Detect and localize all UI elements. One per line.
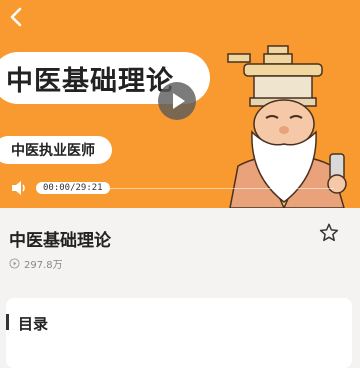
volume-icon[interactable] bbox=[10, 179, 30, 197]
course-info: 中医基础理论 297.8万 bbox=[0, 208, 360, 286]
play-icon[interactable] bbox=[158, 82, 196, 120]
banner-subtitle-pill: 中医执业医师 bbox=[0, 136, 112, 164]
play-count-icon bbox=[9, 258, 20, 269]
back-arrow-icon[interactable] bbox=[6, 6, 28, 28]
player-controls: 00:00/29:21 bbox=[10, 178, 110, 198]
catalog-card: 目录 bbox=[6, 298, 352, 368]
banner-subtitle: 中医执业医师 bbox=[11, 143, 95, 159]
catalog-title: 目录 bbox=[18, 315, 49, 333]
play-count: 297.8万 bbox=[9, 256, 63, 271]
star-icon[interactable] bbox=[318, 222, 340, 244]
course-title: 中医基础理论 bbox=[9, 231, 111, 251]
time-display: 00:00/29:21 bbox=[36, 182, 110, 194]
doctor-illustration bbox=[227, 45, 347, 208]
banner-title: 中医基础理论 bbox=[6, 65, 174, 97]
play-count-value: 297.8万 bbox=[24, 260, 63, 271]
progress-bar[interactable] bbox=[108, 188, 334, 189]
video-player[interactable]: 中医基础理论 中医执业医师 00:00/29:21 bbox=[0, 0, 360, 208]
catalog-marker bbox=[6, 314, 9, 330]
